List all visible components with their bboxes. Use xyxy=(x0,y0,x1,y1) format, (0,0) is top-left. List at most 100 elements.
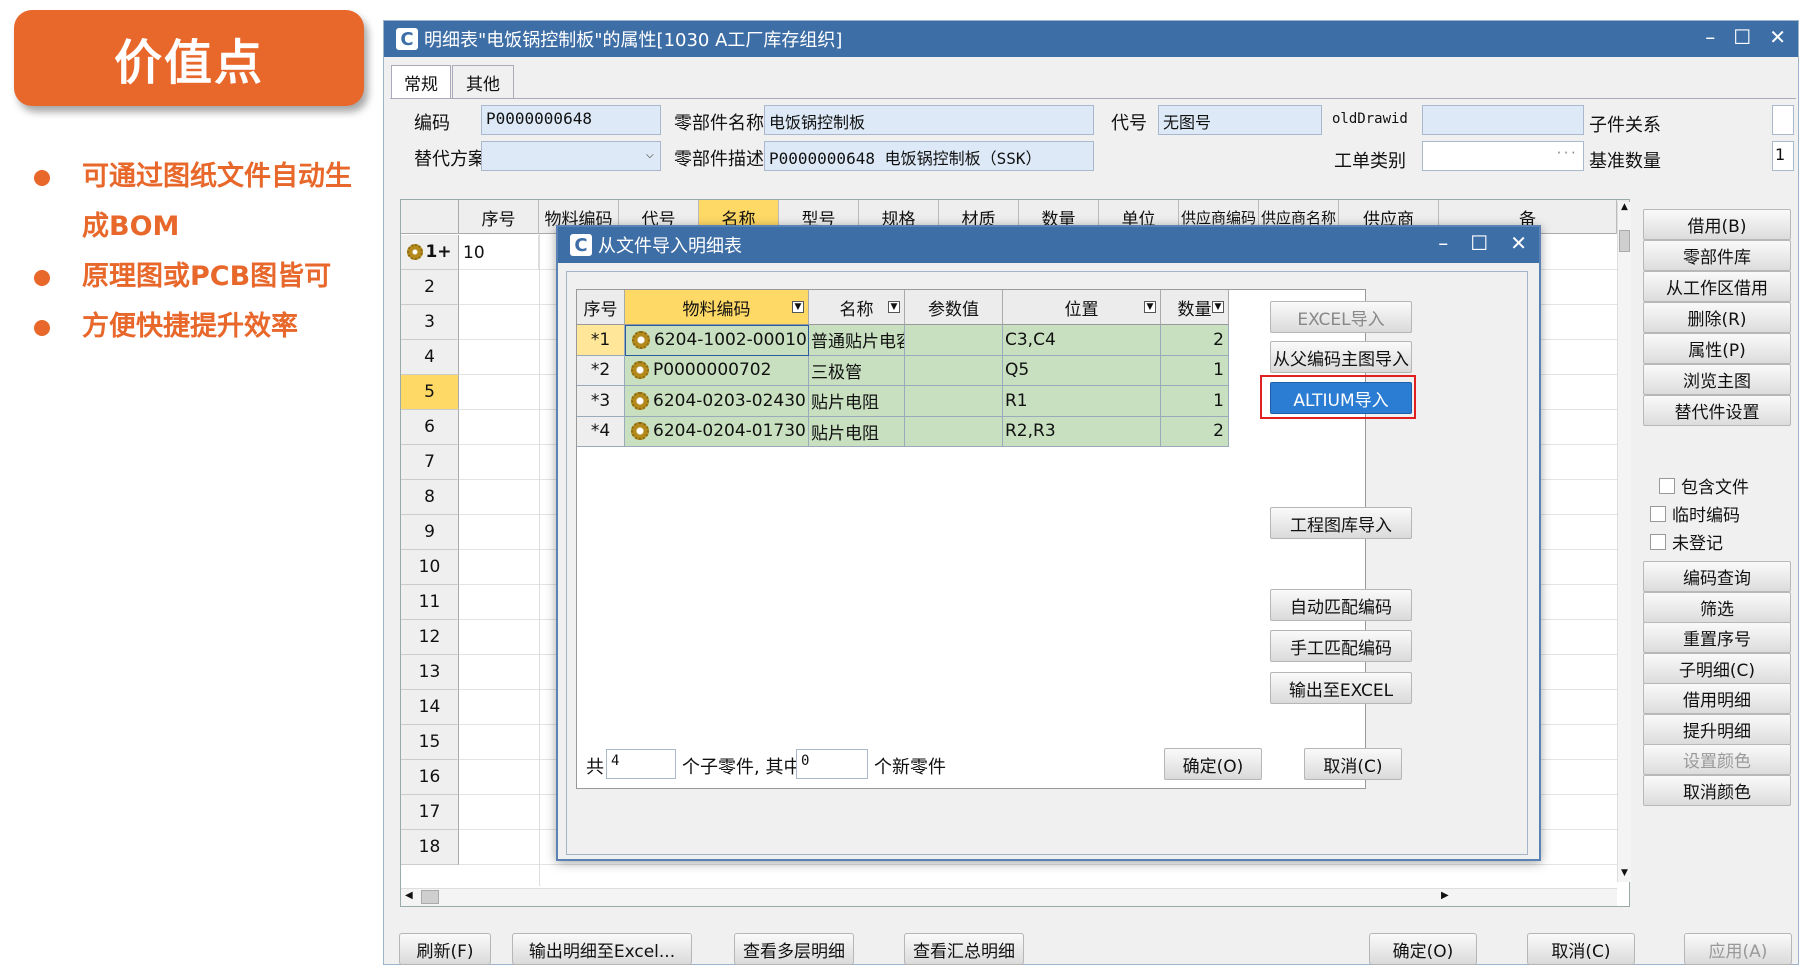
altium-import-button[interactable]: ALTIUM导入 xyxy=(1270,382,1412,414)
scroll-down-icon[interactable]: ▼ xyxy=(1618,868,1631,882)
import-cell-code[interactable]: P0000000702 xyxy=(625,355,809,386)
manual-match-code-button[interactable]: 手工匹配编码 xyxy=(1270,630,1412,662)
col-header[interactable]: 序号 xyxy=(459,200,539,234)
main-grid-vscroll[interactable]: ▲ ▼ xyxy=(1617,202,1631,882)
cancel-color-button[interactable]: 取消颜色 xyxy=(1643,774,1791,806)
row-number[interactable]: 1+ xyxy=(401,235,459,270)
cancel-button[interactable]: 取消(C) xyxy=(1527,933,1635,965)
base-qty-field[interactable]: 1 xyxy=(1772,141,1794,171)
apply-button[interactable]: 应用(A) xyxy=(1684,933,1792,965)
temp-code-checkbox[interactable]: 临时编码 xyxy=(1650,501,1740,526)
import-cell-name[interactable]: 贴片电阻 xyxy=(809,416,905,447)
col-header-param[interactable]: 参数值 xyxy=(905,290,1003,325)
import-cell-param[interactable] xyxy=(905,325,1003,356)
col-header-position[interactable]: 位置 ▼ xyxy=(1003,290,1161,325)
dialog-cancel-button[interactable]: 取消(C) xyxy=(1304,748,1402,780)
checkbox-box[interactable] xyxy=(1659,477,1675,494)
promote-detail-button[interactable]: 提升明细 xyxy=(1643,713,1791,745)
checkbox-box[interactable] xyxy=(1650,505,1666,522)
scroll-up-icon[interactable]: ▲ xyxy=(1618,202,1631,216)
tab-general[interactable]: 常规 xyxy=(391,65,451,99)
unregistered-checkbox[interactable]: 未登记 xyxy=(1650,529,1723,554)
drawing-library-import-button[interactable]: 工程图库导入 xyxy=(1270,507,1412,539)
set-color-button[interactable]: 设置颜色 xyxy=(1643,744,1791,775)
row-number[interactable]: 4 xyxy=(401,340,459,375)
col-header-qty[interactable]: 数量 ▼ xyxy=(1161,290,1229,325)
row-number[interactable]: 13 xyxy=(401,655,459,690)
import-from-parent-button[interactable]: 从父编码主图导入 xyxy=(1270,341,1412,373)
import-cell-code[interactable]: 6204-0203-02430 xyxy=(625,386,809,417)
import-row-seq[interactable]: *4 xyxy=(577,416,625,447)
import-cell-param[interactable] xyxy=(905,355,1003,386)
borrow-from-workspace-button[interactable]: 从工作区借用 xyxy=(1643,271,1791,302)
row-number[interactable]: 5 xyxy=(401,375,459,410)
child-relation-field[interactable] xyxy=(1772,105,1794,135)
import-cell-qty[interactable]: 2 xyxy=(1161,416,1229,447)
row-1-seq-cell[interactable]: 10 xyxy=(459,235,539,270)
row-number[interactable]: 3 xyxy=(401,305,459,340)
alias-field[interactable]: 无图号 xyxy=(1158,105,1322,135)
maximize-icon[interactable]: ☐ xyxy=(1470,231,1488,255)
import-cell-pos[interactable]: R2,R3 xyxy=(1003,416,1161,447)
view-summary-button[interactable]: 查看汇总明细 xyxy=(904,933,1024,965)
import-cell-name[interactable]: 贴片电阻 xyxy=(809,386,905,417)
col-header-name[interactable]: 名称 ▼ xyxy=(809,290,905,325)
checkbox-box[interactable] xyxy=(1650,533,1666,550)
row-number[interactable]: 7 xyxy=(401,445,459,480)
row-number[interactable]: 6 xyxy=(401,410,459,445)
part-desc-field[interactable]: P0000000648 电饭锅控制板（SSK） xyxy=(764,141,1094,171)
row-number[interactable]: 11 xyxy=(401,585,459,620)
filter-dropdown-icon[interactable]: ▼ xyxy=(1144,301,1156,313)
browse-main-drawing-button[interactable]: 浏览主图 xyxy=(1643,364,1791,395)
scroll-left-icon[interactable]: ◀ xyxy=(405,890,413,901)
tab-other[interactable]: 其他 xyxy=(452,65,514,99)
import-cell-pos[interactable]: C3,C4 xyxy=(1003,325,1161,356)
row-number[interactable]: 15 xyxy=(401,725,459,760)
row-number[interactable]: 10 xyxy=(401,550,459,585)
code-field[interactable]: P0000000648 xyxy=(481,105,661,135)
order-type-field[interactable]: ··· xyxy=(1422,141,1584,171)
maximize-icon[interactable]: ☐ xyxy=(1733,25,1751,49)
export-to-excel-button[interactable]: 输出至EXCEL xyxy=(1270,672,1412,704)
auto-match-code-button[interactable]: 自动匹配编码 xyxy=(1270,589,1412,621)
import-cell-param[interactable] xyxy=(905,386,1003,417)
properties-button[interactable]: 属性(P) xyxy=(1643,333,1791,364)
view-multilevel-button[interactable]: 查看多层明细 xyxy=(734,933,854,965)
row-number[interactable]: 18 xyxy=(401,830,459,865)
filter-dropdown-icon[interactable]: ▼ xyxy=(888,301,900,313)
scroll-thumb[interactable] xyxy=(1619,230,1630,252)
include-files-checkbox[interactable]: 包含文件 xyxy=(1659,473,1749,498)
reset-seq-button[interactable]: 重置序号 xyxy=(1643,622,1791,653)
excel-import-button[interactable]: EXCEL导入 xyxy=(1270,301,1412,333)
export-detail-excel-button[interactable]: 输出明细至Excel... xyxy=(512,933,692,965)
row-number[interactable]: 8 xyxy=(401,480,459,515)
close-icon[interactable]: ✕ xyxy=(1769,25,1786,49)
import-cell-qty[interactable]: 1 xyxy=(1161,355,1229,386)
filter-button[interactable]: 筛选 xyxy=(1643,591,1791,623)
part-name-field[interactable]: 电饭锅控制板 xyxy=(764,105,1094,135)
ok-button[interactable]: 确定(O) xyxy=(1369,933,1477,965)
import-row-seq[interactable]: *2 xyxy=(577,355,625,386)
row-number[interactable]: 9 xyxy=(401,515,459,550)
filter-dropdown-icon[interactable]: ▼ xyxy=(792,301,804,313)
import-cell-qty[interactable]: 1 xyxy=(1161,386,1229,417)
borrow-button[interactable]: 借用(B) xyxy=(1643,209,1791,240)
row-number[interactable]: 17 xyxy=(401,795,459,830)
borrow-detail-button[interactable]: 借用明细 xyxy=(1643,683,1791,714)
close-icon[interactable]: ✕ xyxy=(1510,231,1527,255)
import-cell-code[interactable]: 6204-0204-01730 xyxy=(625,416,809,447)
delete-button[interactable]: 删除(R) xyxy=(1643,302,1791,333)
code-query-button[interactable]: 编码查询 xyxy=(1643,561,1791,592)
import-cell-param[interactable] xyxy=(905,416,1003,447)
import-cell-name[interactable]: 三极管 xyxy=(809,355,905,386)
import-row-seq[interactable]: *1 xyxy=(577,325,625,356)
alt-plan-select[interactable]: ⌵ xyxy=(481,141,661,171)
row-number[interactable]: 2 xyxy=(401,270,459,305)
dialog-ok-button[interactable]: 确定(O) xyxy=(1164,748,1262,780)
parts-library-button[interactable]: 零部件库 xyxy=(1643,240,1791,271)
sub-detail-button[interactable]: 子明细(C) xyxy=(1643,652,1791,684)
row-number[interactable]: 16 xyxy=(401,760,459,795)
row-number[interactable]: 12 xyxy=(401,620,459,655)
col-header-code[interactable]: 物料编码 ▼ xyxy=(625,290,809,325)
ellipsis-icon[interactable]: ··· xyxy=(1555,146,1577,160)
